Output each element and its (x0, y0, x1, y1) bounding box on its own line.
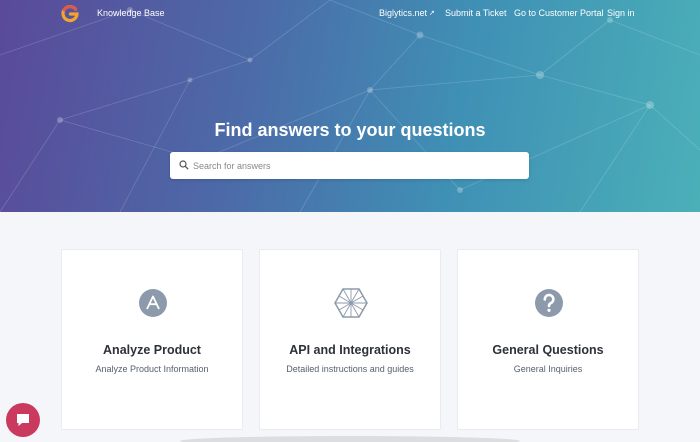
card-title: API and Integrations (289, 343, 411, 357)
nav-customer-portal-link[interactable]: Go to Customer Portal (514, 8, 604, 18)
search-input[interactable] (193, 152, 523, 179)
card-description: General Inquiries (513, 364, 583, 374)
chat-widget-button[interactable] (6, 403, 40, 437)
external-link-icon: ↗ (429, 10, 435, 17)
card-description: Detailed instructions and guides (286, 364, 414, 374)
hero-heading: Find answers to your questions (214, 120, 486, 140)
brand-logo-icon[interactable] (60, 4, 80, 24)
hero-banner: Knowledge Base Biglytics.net ↗ Submit a T… (0, 0, 700, 212)
nav-biglytics-link[interactable]: Biglytics.net ↗ (379, 8, 435, 18)
knowledge-base-link[interactable]: Knowledge Base (97, 8, 165, 18)
card-title: Analyze Product (103, 343, 201, 357)
search-box[interactable] (170, 152, 529, 179)
question-icon (535, 289, 563, 317)
nav-sign-in-link[interactable]: Sign in (607, 8, 635, 18)
card-description: Analyze Product Information (95, 364, 209, 374)
category-card-general-questions[interactable]: General Questions General Inquiries (457, 249, 639, 430)
card-title: General Questions (492, 343, 604, 357)
bottom-shadow (180, 436, 520, 442)
category-card-analyze-product[interactable]: Analyze Product Analyze Product Informat… (61, 249, 243, 430)
hero-network-background (0, 0, 700, 212)
analyze-product-icon (139, 289, 167, 317)
search-icon (179, 160, 189, 170)
chat-icon (17, 414, 29, 426)
api-integrations-icon (334, 288, 368, 318)
nav-submit-ticket-link[interactable]: Submit a Ticket (445, 8, 507, 18)
category-card-api-integrations[interactable]: API and Integrations Detailed instructio… (259, 249, 441, 430)
nav-biglytics-label: Biglytics.net (379, 8, 428, 18)
